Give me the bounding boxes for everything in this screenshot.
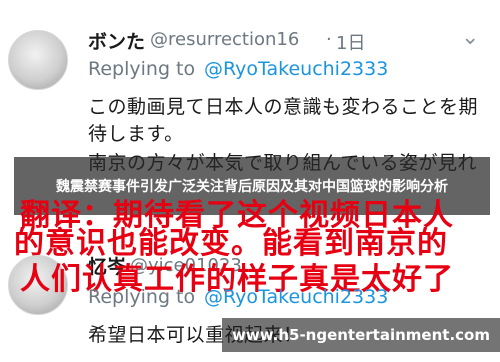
reply-to-link[interactable]: @RyoTakeuchi2333 [204, 58, 388, 80]
tweet-text-line: 待します。 [88, 123, 184, 145]
reply-to-link[interactable]: @RyoTakeuchi2333 [204, 286, 388, 308]
replying-to-label: Replying to [88, 286, 196, 308]
separator-dot: · [326, 29, 332, 50]
tweet-text-line: この動画見て日本人の意識も変わることを期 [88, 96, 479, 118]
user-handle[interactable]: @resurrection16 [150, 29, 299, 50]
display-name[interactable]: ボンた [88, 27, 145, 54]
avatar[interactable] [8, 30, 68, 90]
screenshot-stage: ボンた @resurrection16 · 1日 ⌄ Replying to @… [0, 0, 500, 362]
replying-to-label: Replying to [88, 58, 196, 80]
timestamp[interactable]: 1日 [336, 29, 365, 55]
watermark-text: www.h5-ngentertainment.com [232, 326, 490, 344]
chevron-down-icon[interactable]: ⌄ [461, 25, 479, 50]
